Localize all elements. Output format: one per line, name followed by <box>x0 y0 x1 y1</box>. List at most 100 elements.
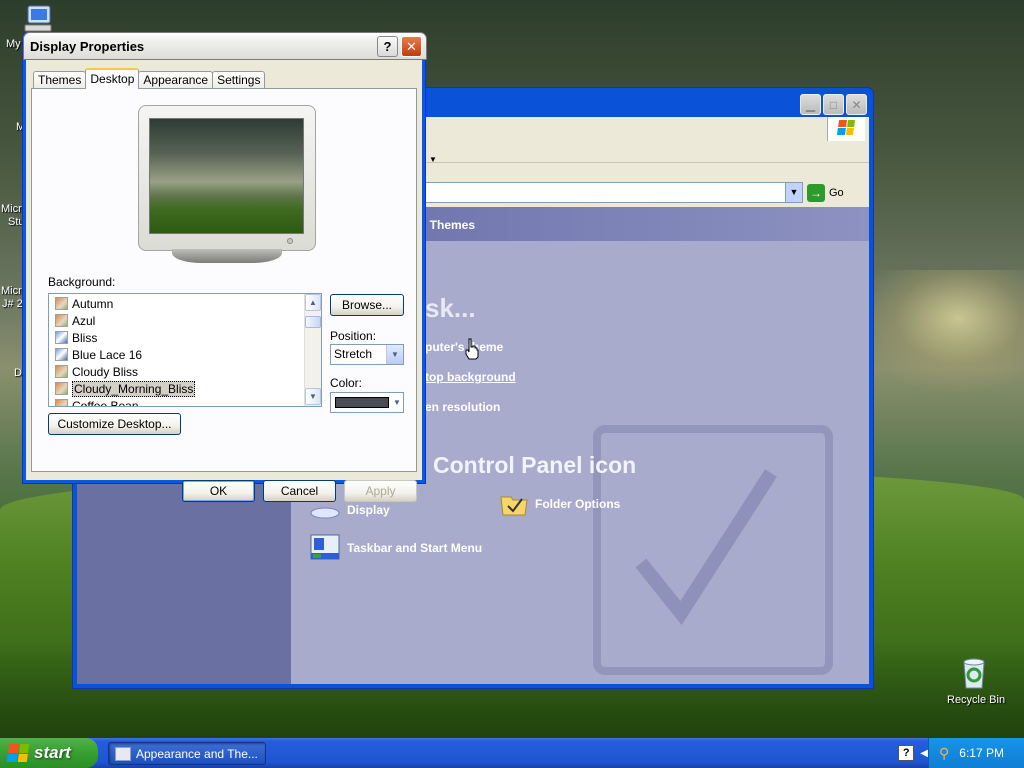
color-picker[interactable]: ▼ <box>330 392 404 413</box>
taskbar-icon <box>309 533 341 563</box>
paint-file-icon <box>55 331 68 344</box>
folder-options-label: Folder Options <box>535 497 621 511</box>
image-file-icon <box>55 314 68 327</box>
wallpaper-preview <box>149 118 304 234</box>
help-tray-icon[interactable]: ? <box>898 745 915 761</box>
pick-task-heading: sk... <box>425 293 476 323</box>
recycle-bin-label: Recycle Bin <box>947 694 1006 706</box>
list-item-label: Bliss <box>72 330 98 345</box>
desktop-tab-panel: Background: Autumn Azul Bliss Blue Lace … <box>31 88 417 472</box>
display-properties-dialog[interactable]: Display Properties ? ✕ Themes Desktop Ap… <box>22 32 427 502</box>
start-button[interactable]: start <box>0 738 98 768</box>
display-item[interactable]: Display <box>309 501 390 519</box>
control-panel-icon <box>115 746 131 761</box>
monitor-power-light <box>287 238 293 244</box>
apply-button[interactable]: Apply <box>344 480 417 502</box>
chevron-down-icon[interactable]: ▼ <box>391 393 403 412</box>
list-item[interactable]: Bliss <box>55 329 97 346</box>
go-button[interactable]: → Go <box>807 182 861 203</box>
windows-flag-icon <box>6 744 30 762</box>
folder-icon <box>499 491 529 517</box>
pick-icon-heading: Control Panel icon <box>433 452 637 478</box>
taskbar-start-menu-item[interactable]: Taskbar and Start Menu <box>309 533 482 563</box>
tab-desktop[interactable]: Desktop <box>85 68 140 89</box>
maximize-button[interactable]: □ <box>823 94 844 115</box>
windows-logo-icon <box>827 117 865 141</box>
display-label: Display <box>347 503 390 517</box>
list-item-label: Coffee Bean <box>72 398 139 407</box>
hand-cursor-icon <box>464 338 480 360</box>
cancel-button[interactable]: Cancel <box>263 480 336 502</box>
my-computer-label: My <box>6 38 21 50</box>
scroll-thumb[interactable] <box>305 316 321 328</box>
list-item-label: Blue Lace 16 <box>72 347 143 362</box>
customize-desktop-button[interactable]: Customize Desktop... <box>48 413 181 435</box>
display-icon <box>309 501 341 519</box>
system-tray: ⚲ 6:17 PM <box>928 738 1024 768</box>
taskbar: start Appearance and The... ? ◀ ⚲ 6:17 P… <box>0 738 1024 768</box>
tray-extras: ? ◀ <box>898 742 928 764</box>
cp-title-buttons: ▁ □ ✕ <box>800 94 867 115</box>
cp-header-text: d Themes <box>419 218 476 232</box>
image-file-icon <box>55 382 68 395</box>
scroll-down-icon[interactable]: ▼ <box>305 388 321 405</box>
dialog-title-bar[interactable]: Display Properties ? ✕ <box>23 32 427 60</box>
tab-settings[interactable]: Settings <box>212 71 266 89</box>
clock[interactable]: 6:17 PM <box>959 746 1004 760</box>
list-item[interactable]: Azul <box>55 312 95 329</box>
tab-appearance[interactable]: Appearance <box>138 71 214 89</box>
list-item-label: Cloudy_Morning_Bliss <box>72 380 196 397</box>
task-background-link[interactable]: top background <box>425 370 516 384</box>
background-listbox[interactable]: Autumn Azul Bliss Blue Lace 16 Cloudy Bl… <box>48 293 322 407</box>
tab-strip: Themes Desktop Appearance Settings <box>33 68 266 89</box>
my-computer-icon[interactable] <box>22 4 54 34</box>
start-label: start <box>34 743 71 762</box>
color-swatch <box>335 397 389 408</box>
list-scrollbar[interactable]: ▲ ▼ <box>304 294 321 406</box>
color-label: Color: <box>330 376 363 390</box>
recycle-bin-icon[interactable] <box>958 656 990 690</box>
dialog-title: Display Properties <box>30 39 145 54</box>
image-file-icon <box>55 365 68 378</box>
toolbar-dropdown-icon[interactable]: ▼ <box>429 155 437 164</box>
list-item-label: Cloudy Bliss <box>72 364 139 379</box>
wallpaper-glow <box>860 270 1024 390</box>
dialog-close-button[interactable]: ✕ <box>401 36 422 57</box>
taskbar-start-menu-label: Taskbar and Start Menu <box>347 541 483 555</box>
minimize-button[interactable]: ▁ <box>800 94 821 115</box>
image-file-icon <box>55 297 68 310</box>
taskbar-window-button[interactable]: Appearance and The... <box>108 742 266 765</box>
paint-file-icon <box>55 348 68 361</box>
list-item[interactable]: Coffee Bean <box>55 397 139 407</box>
list-item[interactable]: Cloudy Bliss <box>55 363 138 380</box>
taskbar-window-label: Appearance and The... <box>136 746 258 761</box>
speaker-icon[interactable]: ◀ <box>920 748 928 759</box>
list-item-label: Azul <box>72 313 96 328</box>
help-button[interactable]: ? <box>377 36 398 57</box>
go-label: Go <box>829 186 844 199</box>
position-select[interactable]: Stretch ▼ <box>330 344 404 365</box>
ok-button[interactable]: OK <box>182 480 255 502</box>
list-item-label: Autumn <box>72 296 114 311</box>
monitor-stand <box>172 249 282 263</box>
position-value: Stretch <box>334 347 373 361</box>
task-resolution-link[interactable]: en resolution <box>425 400 500 414</box>
list-item[interactable]: Autumn <box>55 295 113 312</box>
image-file-icon <box>55 399 68 406</box>
cp-close-button[interactable]: ✕ <box>846 94 867 115</box>
d-icon-label: D <box>14 367 22 379</box>
tab-themes[interactable]: Themes <box>33 71 87 89</box>
chevron-down-icon[interactable]: ▼ <box>386 345 403 364</box>
list-item[interactable]: Blue Lace 16 <box>55 346 142 363</box>
ms-icon-2-label-line2: J# 2 <box>2 298 23 310</box>
go-arrow-icon: → <box>807 183 825 202</box>
background-label: Background: <box>48 275 116 289</box>
folder-options-item[interactable]: Folder Options <box>499 491 620 517</box>
address-dropdown-icon[interactable]: ▼ <box>785 183 802 202</box>
monitor-preview <box>138 105 316 251</box>
dialog-body: Themes Desktop Appearance Settings Backg… <box>26 60 422 502</box>
search-icon[interactable]: ⚲ <box>939 745 949 762</box>
list-item-selected[interactable]: Cloudy_Morning_Bliss <box>55 380 196 397</box>
scroll-up-icon[interactable]: ▲ <box>305 294 321 311</box>
browse-button[interactable]: Browse... <box>330 294 404 316</box>
